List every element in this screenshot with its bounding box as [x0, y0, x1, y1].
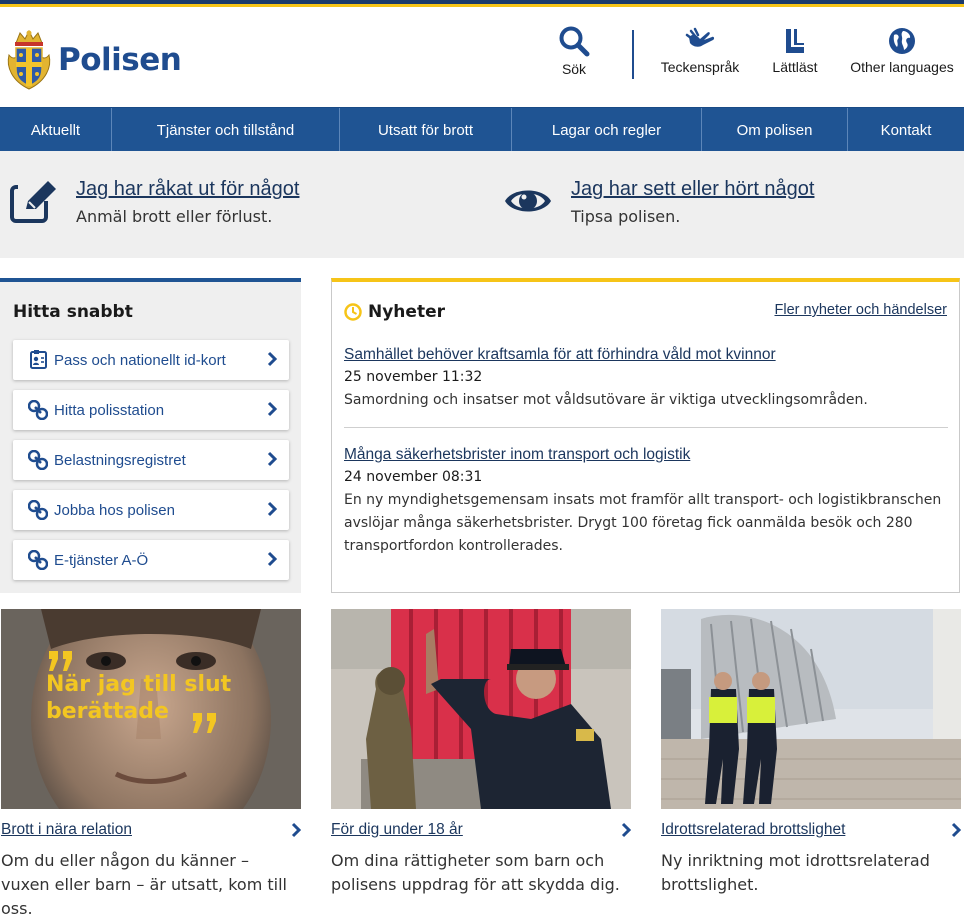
nav-item-utsatt[interactable]: Utsatt för brott: [340, 108, 512, 152]
news-header: Nyheter: [344, 302, 445, 322]
chevron-right-icon: [267, 401, 277, 417]
nav-item-lagar[interactable]: Lagar och regler: [512, 108, 702, 152]
card-link[interactable]: Idrottsrelaterad brottslighet: [661, 821, 961, 839]
link-icon: [28, 450, 48, 470]
card-title: För dig under 18 år: [331, 821, 463, 838]
card-text: Ny inriktning mot idrottsrelaterad brott…: [661, 851, 930, 894]
eye-icon: [505, 190, 551, 212]
stadium-police-image: [661, 609, 961, 809]
card-image[interactable]: [331, 609, 631, 809]
cta-report-sub: Anmäl brott eller förlust.: [76, 207, 273, 226]
header-divider: [632, 30, 634, 79]
card-link[interactable]: Brott i nära relation: [1, 821, 301, 839]
chevron-right-icon: [621, 822, 631, 838]
chevron-right-icon: [291, 822, 301, 838]
cta-report: Jag har råkat ut för något Anmäl brott e…: [10, 178, 299, 226]
easy-read-icon: [786, 29, 804, 53]
card-idrottsrelaterad: Idrottsrelaterad brottslighet Ny inriktn…: [661, 609, 961, 897]
easy-read-button[interactable]: Lättläst: [766, 27, 824, 75]
news-item-date: 24 november 08:31: [344, 469, 483, 485]
card-title: Idrottsrelaterad brottslighet: [661, 821, 846, 838]
quick-links-panel: Hitta snabbt Pass och nationellt id-kort…: [0, 278, 301, 593]
sign-language-button[interactable]: Teckenspråk: [654, 27, 746, 75]
news-item-text: Samordning och insatser mot våldsutövare…: [344, 392, 868, 408]
news-item: Många säkerhetsbrister inom transport oc…: [344, 446, 948, 558]
quick-link-belastningsregistret[interactable]: Belastningsregistret: [13, 440, 289, 480]
sign-language-icon: [685, 27, 715, 47]
quote-open-icon: [49, 651, 72, 671]
search-button[interactable]: Sök: [556, 25, 592, 77]
chevron-right-icon: [267, 351, 277, 367]
news-item-link[interactable]: Många säkerhetsbrister inom transport oc…: [344, 446, 948, 464]
more-news-link[interactable]: Fler nyheter och händelser: [775, 302, 948, 318]
police-high-five-image: [331, 609, 631, 809]
quick-link-label: E-tjänster A-Ö: [54, 551, 149, 569]
quick-links-title: Hitta snabbt: [13, 302, 133, 322]
top-stripe: [0, 0, 964, 7]
quick-link-polisstation[interactable]: Hitta polisstation: [13, 390, 289, 430]
site-name: Polisen: [58, 42, 182, 78]
news-panel: Nyheter Fler nyheter och händelser Samhä…: [331, 278, 960, 593]
other-languages-button[interactable]: Other languages: [843, 27, 961, 75]
other-languages-label: Other languages: [850, 59, 954, 75]
globe-icon: [889, 28, 915, 54]
quick-link-jobba[interactable]: Jobba hos polisen: [13, 490, 289, 530]
card-image[interactable]: [661, 609, 961, 809]
link-icon: [28, 500, 48, 520]
home-logo-link[interactable]: Polisen: [6, 29, 182, 91]
link-icon: [28, 400, 48, 420]
link-icon: [28, 550, 48, 570]
chevron-right-icon: [267, 551, 277, 567]
card-brott-nara-relation: När jag till slut berättade Brott i nära…: [1, 609, 301, 918]
card-text: Om du eller någon du känner – vuxen elle…: [1, 851, 287, 918]
clock-icon: [344, 303, 362, 321]
quick-link-label: Pass och nationellt id-kort: [54, 351, 226, 369]
news-title: Nyheter: [368, 302, 445, 322]
edit-icon: [10, 181, 56, 223]
card-under-18: För dig under 18 år Om dina rättigheter …: [331, 609, 631, 897]
card-title: Brott i nära relation: [1, 821, 132, 838]
news-divider: [344, 427, 948, 428]
news-item-date: 25 november 11:32: [344, 369, 483, 385]
cta-band: Jag har råkat ut för något Anmäl brott e…: [0, 151, 964, 258]
search-label: Sök: [561, 61, 587, 77]
id-card-icon: [30, 350, 47, 369]
quick-link-label: Jobba hos polisen: [54, 501, 175, 519]
cta-report-link[interactable]: Jag har råkat ut för något: [76, 178, 299, 201]
news-item-link[interactable]: Samhället behöver kraftsamla för att för…: [344, 346, 948, 364]
card-link[interactable]: För dig under 18 år: [331, 821, 631, 839]
main-nav: Aktuellt Tjänster och tillstånd Utsatt f…: [0, 107, 964, 152]
nav-item-kontakt[interactable]: Kontakt: [848, 108, 964, 152]
sign-language-label: Teckenspråk: [660, 59, 740, 75]
quick-link-etjanster[interactable]: E-tjänster A-Ö: [13, 540, 289, 580]
chevron-right-icon: [267, 501, 277, 517]
nav-item-aktuellt[interactable]: Aktuellt: [0, 108, 112, 152]
chevron-right-icon: [951, 822, 961, 838]
quote-overlay: När jag till slut berättade: [46, 672, 232, 724]
news-item: Samhället behöver kraftsamla för att för…: [344, 346, 948, 412]
card-image[interactable]: När jag till slut berättade: [1, 609, 301, 809]
card-text: Om dina rättigheter som barn och polisen…: [331, 851, 620, 894]
chevron-right-icon: [267, 451, 277, 467]
cta-tip-link[interactable]: Jag har sett eller hört något: [571, 178, 814, 201]
police-crest-icon: [7, 29, 51, 90]
quick-link-label: Belastningsregistret: [54, 451, 186, 469]
site-header: Polisen Sök Teckenspråk Lättläst Other l…: [0, 7, 964, 107]
easy-read-label: Lättläst: [772, 59, 818, 75]
quote-close-icon: [193, 713, 216, 733]
search-icon: [559, 26, 590, 57]
cta-tip: Jag har sett eller hört något Tipsa poli…: [503, 178, 814, 226]
news-item-text: En ny myndighetsgemensam insats mot fram…: [344, 492, 942, 554]
cta-tip-sub: Tipsa polisen.: [571, 207, 681, 226]
nav-item-om-polisen[interactable]: Om polisen: [702, 108, 848, 152]
quick-link-label: Hitta polisstation: [54, 401, 165, 419]
nav-item-tjanster[interactable]: Tjänster och tillstånd: [112, 108, 340, 152]
quick-link-pass[interactable]: Pass och nationellt id-kort: [13, 340, 289, 380]
